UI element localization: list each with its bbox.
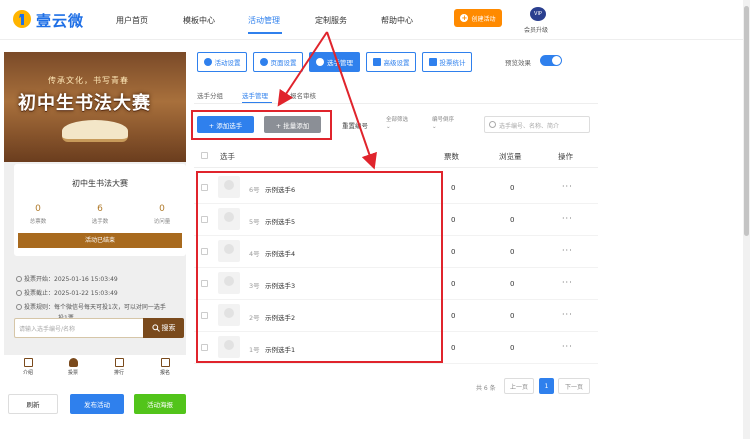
arrow-to-player-list [326,31,377,170]
page-1-button[interactable]: 1 [539,378,554,394]
prev-page-button[interactable]: 上一页 [504,378,534,394]
pagination-total: 共 6 条 [476,385,496,392]
annotation-arrows [277,31,377,170]
arrow-to-actions [277,31,328,107]
scrollbar-thumb[interactable] [744,6,749,236]
next-page-button[interactable]: 下一页 [558,378,590,394]
